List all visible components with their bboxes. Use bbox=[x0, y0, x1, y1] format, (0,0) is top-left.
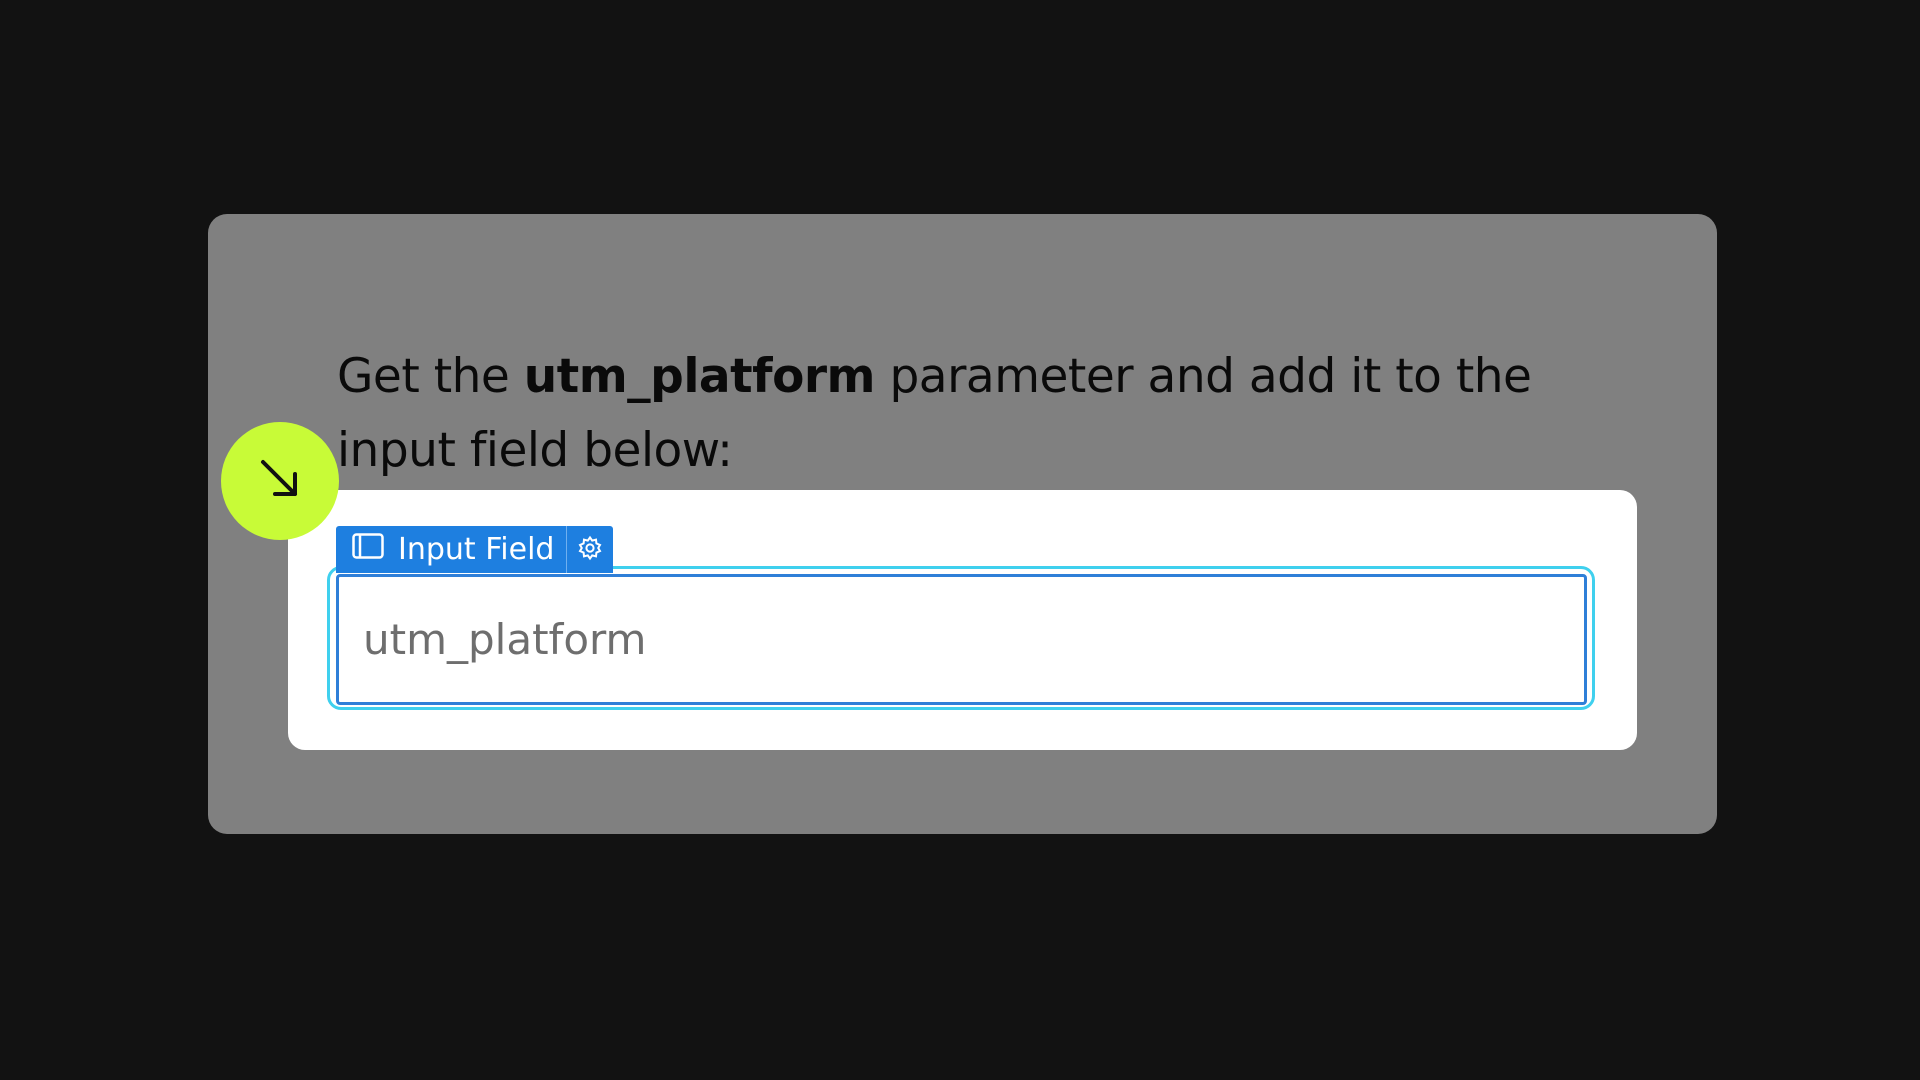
instruction-text: Get the utm_platform parameter and add i… bbox=[337, 340, 1637, 488]
element-tag: Input Field bbox=[336, 526, 614, 573]
panel-icon bbox=[352, 532, 384, 567]
instruction-parameter: utm_platform bbox=[523, 349, 876, 404]
guide-hotspot[interactable] bbox=[221, 422, 339, 540]
gear-icon bbox=[577, 535, 603, 565]
arrow-down-right-icon bbox=[255, 454, 305, 508]
element-tag-label: Input Field bbox=[398, 532, 555, 567]
element-tag-main: Input Field bbox=[336, 526, 566, 573]
stage: Get the utm_platform parameter and add i… bbox=[0, 0, 1920, 1080]
instruction-prefix: Get the bbox=[337, 349, 524, 404]
utm-platform-input[interactable] bbox=[336, 574, 1587, 705]
settings-button[interactable] bbox=[567, 526, 613, 573]
